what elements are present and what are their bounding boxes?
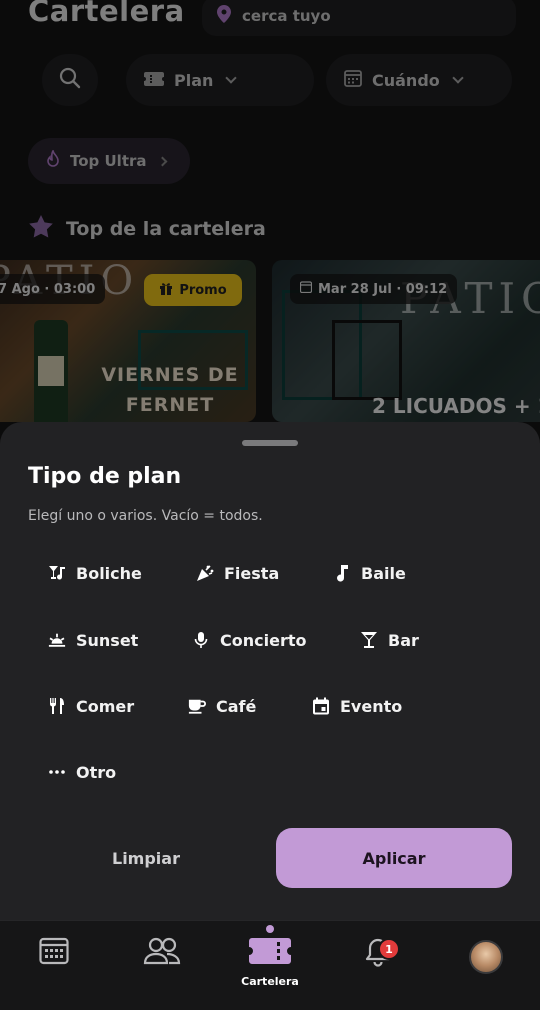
option-label: Baile (361, 563, 406, 583)
sheet-title: Tipo de plan (28, 464, 182, 489)
calendar-grid-icon (39, 937, 69, 969)
avatar[interactable] (469, 940, 503, 974)
option-label: Sunset (76, 630, 139, 650)
party-popper-icon (196, 564, 214, 582)
option-baile[interactable]: Baile (333, 558, 406, 588)
ticket-icon (249, 937, 291, 969)
bottom-navigation: Cartelera (0, 920, 540, 1010)
cocktail-music-icon (48, 564, 66, 582)
option-label: Café (216, 696, 257, 716)
option-otro[interactable]: Otro (48, 757, 116, 787)
music-note-icon (333, 564, 351, 582)
option-label: Bar (388, 630, 419, 650)
option-label: Boliche (76, 563, 142, 583)
sunset-icon (48, 631, 66, 649)
option-cafe[interactable]: Café (188, 691, 256, 721)
option-boliche[interactable]: Boliche (48, 558, 142, 588)
option-label: Comer (76, 696, 135, 716)
clear-button[interactable]: Limpiar (28, 828, 264, 888)
sheet-subtitle: Elegí uno o varios. Vacío = todos. (28, 508, 263, 524)
martini-glass-icon (360, 631, 378, 649)
option-bar[interactable]: Bar (360, 625, 419, 655)
notification-badge: 1 (378, 938, 400, 960)
nav-item-calendar[interactable] (24, 937, 84, 997)
active-indicator-dot (266, 925, 274, 933)
sheet-drag-handle[interactable] (242, 440, 298, 446)
option-label: Evento (340, 696, 403, 716)
plan-type-sheet: Tipo de plan Elegí uno o varios. Vacío =… (0, 422, 540, 920)
option-label: Concierto (220, 630, 307, 650)
option-concierto[interactable]: Concierto (192, 625, 306, 655)
nav-item-people[interactable] (132, 937, 192, 997)
calendar-event-icon (312, 697, 330, 715)
nav-item-cartelera[interactable]: Cartelera (240, 937, 300, 997)
apply-button[interactable]: Aplicar (276, 828, 512, 888)
nav-item-label: Cartelera (241, 975, 299, 988)
more-dots-icon (48, 763, 66, 781)
option-sunset[interactable]: Sunset (48, 625, 138, 655)
coffee-cup-icon (188, 697, 206, 715)
fork-knife-icon (48, 697, 66, 715)
option-label: Otro (76, 762, 117, 782)
option-evento[interactable]: Evento (312, 691, 402, 721)
option-label: Fiesta (224, 563, 280, 583)
option-fiesta[interactable]: Fiesta (196, 558, 279, 588)
people-icon (143, 937, 181, 969)
option-comer[interactable]: Comer (48, 691, 134, 721)
microphone-icon (192, 631, 210, 649)
